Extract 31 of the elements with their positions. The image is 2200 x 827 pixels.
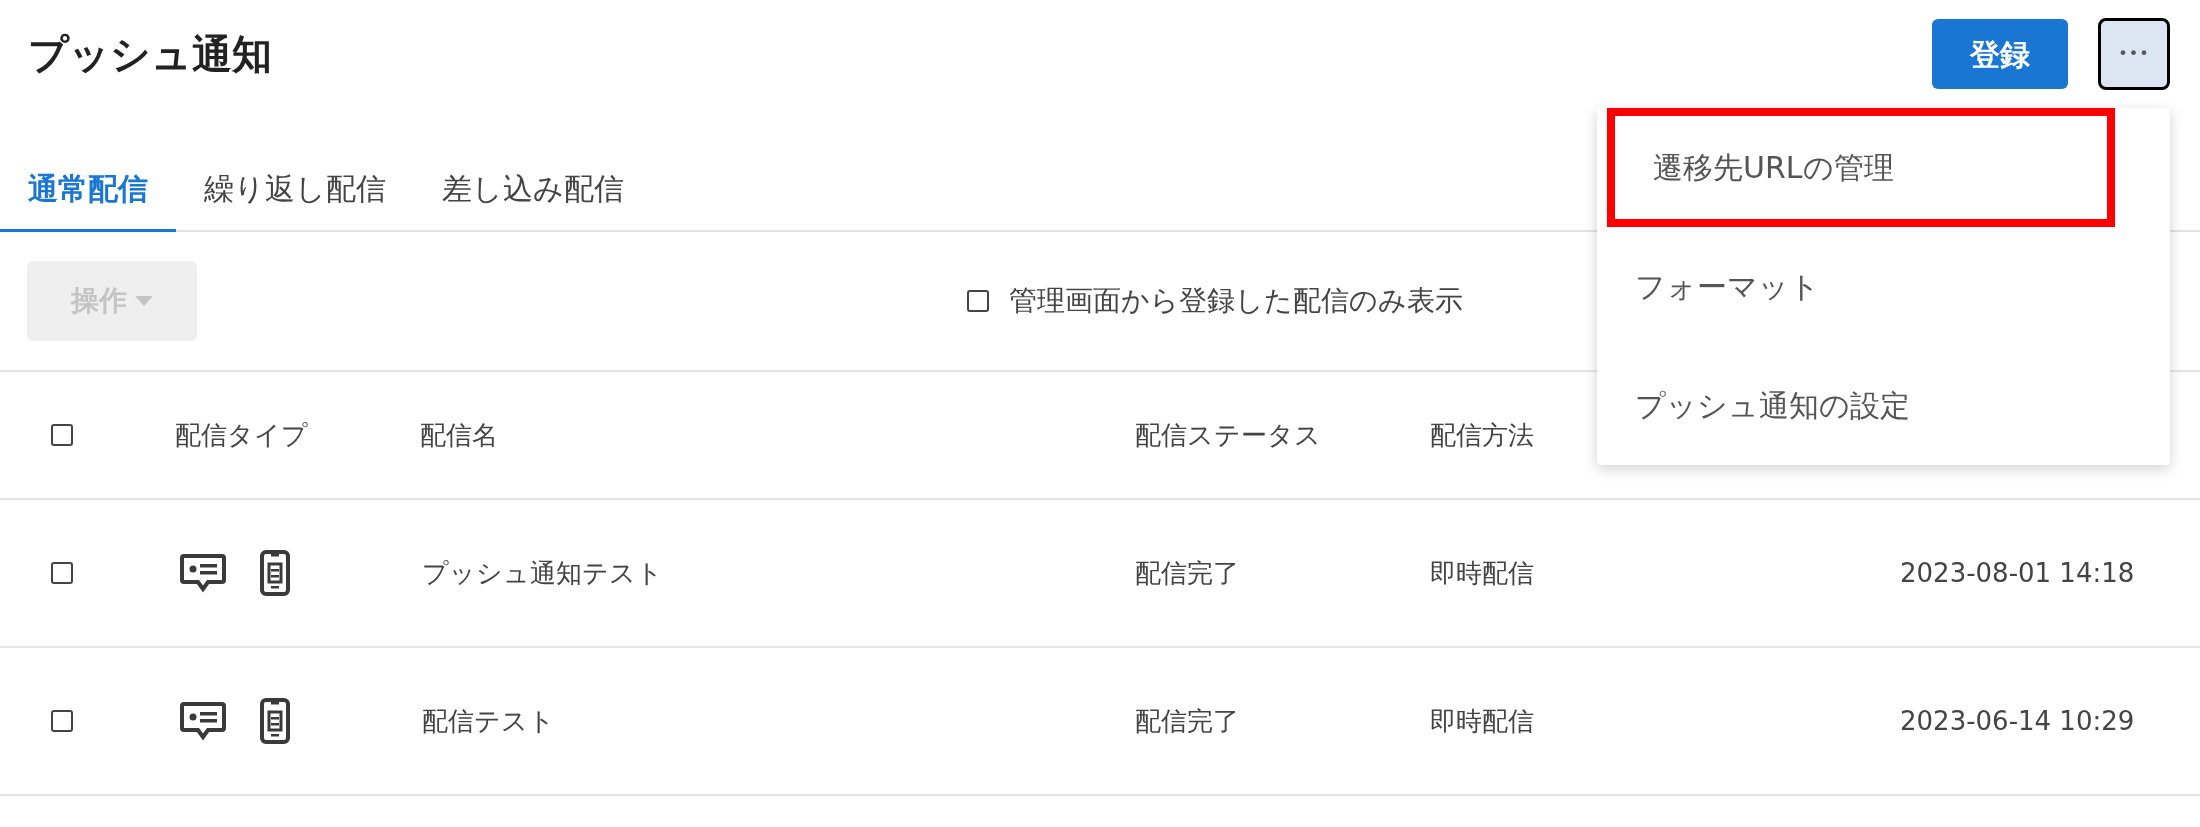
caret-icon <box>135 296 153 306</box>
table-cell: 即時配信 <box>1430 705 1534 736</box>
table-cell: 配信テスト <box>422 705 555 736</box>
table-cell: 配信完了 <box>1135 557 1239 588</box>
page-title: プッシュ通知 <box>28 30 272 79</box>
tab[interactable]: 通常配信 <box>0 166 176 232</box>
column-header: 配信ステータス <box>1135 419 1321 450</box>
checkbox[interactable] <box>51 562 73 584</box>
phone-icon <box>260 550 290 596</box>
message-card-icon <box>180 701 226 741</box>
table-cell: 2023-06-14 10:29 <box>1900 705 2135 736</box>
more-button[interactable]: ••• <box>2098 18 2170 90</box>
checkbox[interactable] <box>51 424 73 446</box>
tab[interactable]: 繰り返し配信 <box>176 166 414 232</box>
menu-item[interactable]: フォーマット <box>1597 227 2170 346</box>
menu-item[interactable]: 遷移先URLの管理 <box>1607 108 2115 227</box>
table-cell: 2023-08-01 14:18 <box>1900 557 2135 588</box>
menu-item[interactable]: プッシュ通知の設定 <box>1597 346 2170 465</box>
filter-label: 管理画面から登録した配信のみ表示 <box>1009 283 1463 319</box>
phone-icon <box>260 698 290 744</box>
checkbox[interactable] <box>967 290 989 312</box>
register-button[interactable]: 登録 <box>1932 19 2068 89</box>
message-card-icon <box>180 553 226 593</box>
column-header: 配信タイプ <box>175 419 308 450</box>
column-header: 配信名 <box>420 419 498 450</box>
checkbox[interactable] <box>51 710 73 732</box>
table-cell: 即時配信 <box>1430 557 1534 588</box>
table-cell: プッシュ通知テスト <box>422 557 663 588</box>
column-header: 配信方法 <box>1430 419 1534 450</box>
tab[interactable]: 差し込み配信 <box>414 166 652 232</box>
table-cell: 配信完了 <box>1135 705 1239 736</box>
